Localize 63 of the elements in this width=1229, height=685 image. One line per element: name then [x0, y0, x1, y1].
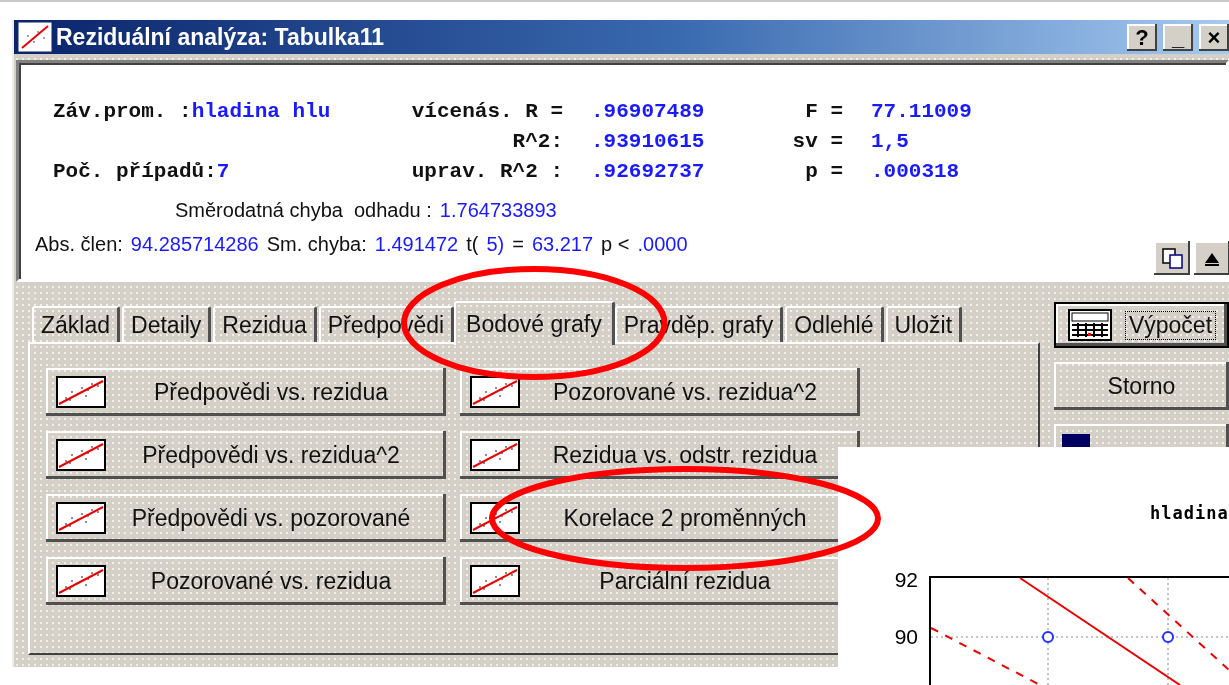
- stat-value: 1.764733893: [439, 198, 557, 223]
- scatter-plot-icon: [56, 376, 106, 408]
- stat-label: =: [512, 232, 524, 257]
- scatter-plot-icon: [56, 502, 106, 534]
- calculator-icon: [1067, 309, 1112, 341]
- stat-value: 5): [486, 232, 505, 257]
- stat-value: 63.217: [531, 232, 594, 257]
- app-icon: [18, 22, 52, 52]
- title-bar-button[interactable]: ?: [1127, 23, 1157, 51]
- stat-value: 94.285714286: [130, 232, 259, 257]
- stat-label: Poč. případů:: [53, 159, 217, 185]
- plot-button[interactable]: Pozorované vs. rezidua: [46, 557, 446, 605]
- plot-button[interactable]: Parciální rezidua: [460, 557, 860, 605]
- plot-button[interactable]: Předpovědi vs. rezidua^2: [46, 431, 446, 479]
- stat-label: p <: [601, 232, 630, 257]
- plot-button[interactable]: Předpovědi vs. pozorované: [46, 494, 446, 542]
- stat-value: .000318: [871, 160, 960, 183]
- axis-tick-label: 90: [894, 625, 918, 648]
- scatter-plot-icon: [470, 439, 520, 471]
- stat-label: p =: [805, 160, 843, 183]
- stat-label: Abs. člen:: [35, 232, 123, 257]
- tab[interactable]: Uložit: [885, 306, 963, 342]
- stat-value: .96907489: [591, 100, 705, 123]
- action-button[interactable]: Storno: [1054, 362, 1229, 410]
- tab[interactable]: Detaily: [122, 306, 212, 342]
- stat-value: 7: [216, 159, 230, 185]
- tab[interactable]: Bodové grafy: [454, 301, 615, 345]
- copy-icon: [1161, 247, 1183, 269]
- action-button[interactable]: Výpočet: [1054, 302, 1229, 348]
- copy-button[interactable]: [1154, 241, 1190, 275]
- stat-label: uprav. R^2 :: [411, 160, 563, 183]
- scatter-plot-icon: [470, 565, 520, 597]
- plot-button[interactable]: Předpovědi vs. rezidua: [46, 368, 446, 416]
- title-bar-button[interactable]: _: [1163, 23, 1193, 51]
- stat-label: t(: [466, 232, 479, 257]
- stat-label: Směrodatná chyba odhadu :: [175, 198, 432, 223]
- stat-value: 1.491472: [374, 232, 459, 257]
- tab[interactable]: Základ: [32, 306, 121, 342]
- tab[interactable]: Odlehlé: [785, 306, 884, 342]
- axis-tick-label: 92: [894, 568, 918, 591]
- stat-label: Sm. chyba:: [266, 232, 367, 257]
- plot-button[interactable]: Rezidua vs. odstr. rezidua: [460, 431, 860, 479]
- scatter-plot-icon: [470, 376, 520, 408]
- stat-value: .92692737: [591, 160, 705, 183]
- tab[interactable]: Rezidua: [213, 306, 317, 342]
- stat-label: vícenás. R =: [411, 100, 563, 123]
- stat-label: R^2:: [512, 130, 563, 153]
- stat-value: 77.11009: [871, 100, 972, 123]
- stat-label: sv =: [792, 130, 843, 153]
- stat-value: .0000: [637, 232, 688, 257]
- plot-button[interactable]: Korelace 2 proměnných: [460, 494, 860, 542]
- stat-label: F =: [805, 100, 843, 123]
- stat-value: hladina hlu: [191, 99, 331, 125]
- stat-value: 1,5: [871, 130, 909, 153]
- title-bar-button[interactable]: ×: [1199, 23, 1229, 51]
- chart-title: hladina: [1150, 503, 1229, 523]
- scroll-up-button[interactable]: [1194, 241, 1229, 275]
- window-title: Reziduální analýza: Tabulka11: [56, 23, 386, 51]
- stat-label: Záv.prom. :: [53, 99, 192, 125]
- scatter-plot-icon: [56, 565, 106, 597]
- scatter-plot-icon: [56, 439, 106, 471]
- stat-value: .93910615: [591, 130, 705, 153]
- plot-button[interactable]: Pozorované vs. rezidua^2: [460, 368, 860, 416]
